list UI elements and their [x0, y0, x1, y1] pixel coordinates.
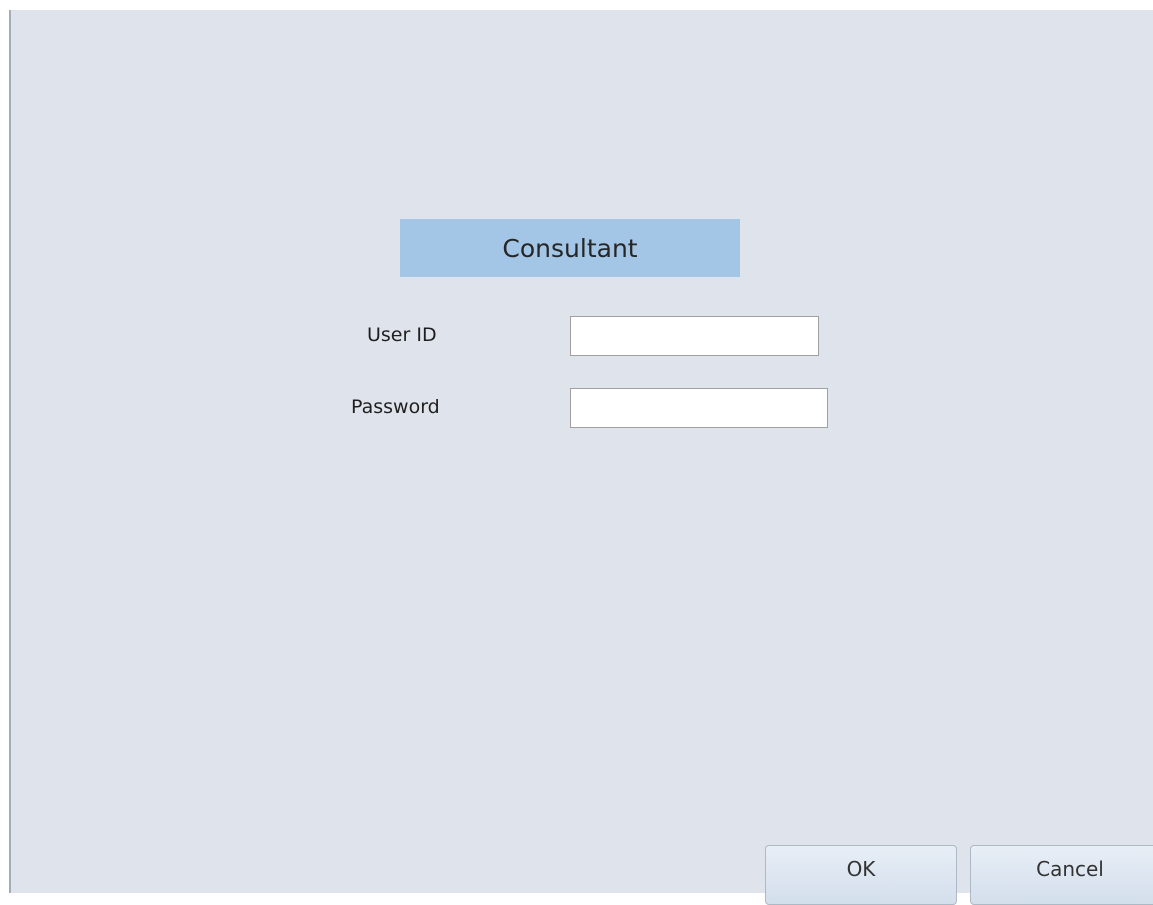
cancel-button-label: Cancel [1036, 857, 1104, 881]
form-title: Consultant [400, 219, 740, 277]
cancel-button[interactable]: Cancel [970, 845, 1153, 905]
login-form [9, 10, 1153, 893]
form-title-label: Consultant [502, 233, 638, 263]
ok-button-label: OK [846, 857, 876, 881]
user-id-input[interactable] [570, 316, 819, 356]
user-id-label: User ID [367, 324, 437, 346]
password-input[interactable] [570, 388, 828, 428]
password-label: Password [351, 396, 440, 418]
ok-button[interactable]: OK [765, 845, 957, 905]
